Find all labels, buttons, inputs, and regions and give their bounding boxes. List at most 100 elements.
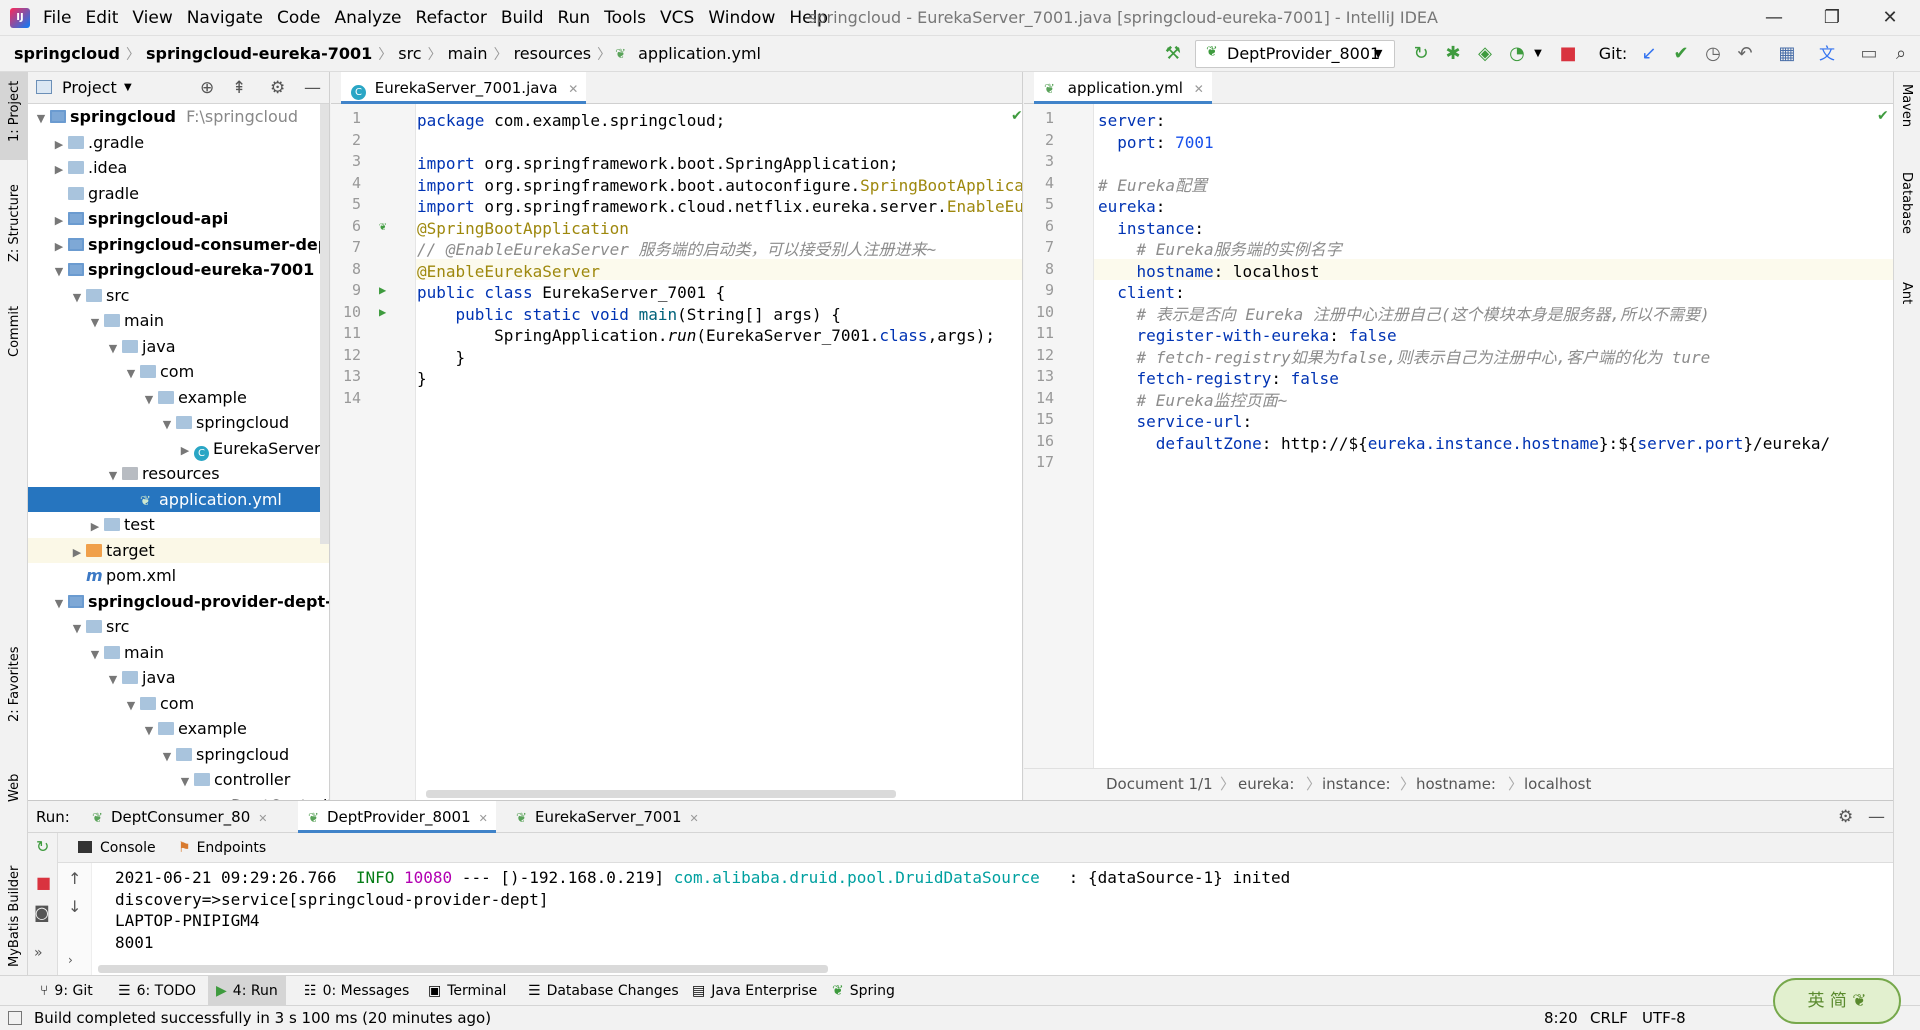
run-gutter-icon[interactable]: ▶ <box>379 302 386 324</box>
tree-node[interactable]: ▶ test <box>28 512 329 539</box>
menu-analyze[interactable]: Analyze <box>328 0 409 36</box>
java-code-area[interactable]: 1 package com.example.springcloud; 2 3 impor… <box>331 104 1022 800</box>
tree-node[interactable]: ▶CDeptController <box>28 793 329 801</box>
console-scrollbar[interactable] <box>98 965 828 973</box>
console-tab[interactable]: Console <box>78 833 156 863</box>
debug-bug-icon[interactable]: ✱ <box>1438 36 1468 72</box>
tree-node[interactable]: ▶ springcloud-api <box>28 206 329 231</box>
chevron-down-icon[interactable]: ▼ <box>124 72 132 104</box>
breadcrumb-module[interactable]: springcloud-eureka-7001 <box>142 44 376 63</box>
tree-node[interactable]: ▶ target <box>28 537 329 565</box>
tree-node[interactable]: ▼ controller <box>28 767 329 792</box>
expand-arrow-right-icon[interactable]: ▶ <box>52 234 66 259</box>
run-tool-button[interactable]: ▶ 4: Run <box>208 976 286 1006</box>
tree-node[interactable]: ▼ springcloud <box>28 410 329 437</box>
rerun-icon[interactable]: ↻ <box>36 837 49 856</box>
tree-scrollbar[interactable] <box>320 104 329 544</box>
settings-gear-icon[interactable]: ⚙ <box>1838 801 1853 833</box>
expand-arrow-right-icon[interactable]: ▶ <box>178 438 192 463</box>
run-config-selector[interactable]: ❦ DeptProvider_8001 ▼ <box>1195 40 1395 68</box>
run-tab-eurekaserver[interactable]: ❦ EurekaServer_7001 ✕ <box>514 801 699 833</box>
yml-path-localhost[interactable]: localhost <box>1524 769 1591 799</box>
close-tab-icon[interactable]: ✕ <box>568 82 578 96</box>
stop-icon[interactable]: ■ <box>1553 36 1583 72</box>
tool-windows-toggle-icon[interactable] <box>8 1011 22 1025</box>
expand-arrow-right-icon[interactable]: ▶ <box>70 540 84 565</box>
favorites-tool-tab[interactable]: 2: Favorites <box>7 646 22 722</box>
hide-panel-icon[interactable]: — <box>1868 801 1885 833</box>
expand-arrow-right-icon[interactable]: ▶ <box>88 514 102 539</box>
coverage-icon[interactable]: ◈ <box>1470 36 1500 72</box>
expand-arrow-right-icon[interactable]: ▶ <box>52 132 66 157</box>
tree-node[interactable]: ▼ main <box>28 640 329 665</box>
ant-tool-tab[interactable]: Ant <box>1899 282 1914 304</box>
project-view-selector[interactable]: Project <box>62 72 117 104</box>
settings-gear-icon[interactable]: ⚙ <box>270 72 285 104</box>
todo-tool-button[interactable]: ☰ 6: TODO <box>118 976 196 1006</box>
breadcrumb-src[interactable]: src <box>394 44 425 63</box>
rerun-icon[interactable]: ↻ <box>1406 36 1436 72</box>
yml-code-area[interactable]: 1 server: 2 port: 7001 3 4 # Eureka配置 5 eureka:… <box>1024 104 1893 768</box>
menu-run[interactable]: Run <box>551 0 598 36</box>
expand-arrow-down-icon[interactable]: ▼ <box>160 412 174 437</box>
tree-node[interactable]: ▶ .idea <box>28 155 329 180</box>
spring-bean-icon[interactable]: ❦ <box>379 216 386 238</box>
close-tab-icon[interactable]: ✕ <box>479 812 488 825</box>
git-history-icon[interactable]: ◷ <box>1698 36 1728 72</box>
translate-icon[interactable]: 文 <box>1812 36 1842 72</box>
tree-node[interactable]: m pom.xml <box>28 563 329 588</box>
menu-vcs[interactable]: VCS <box>653 0 701 36</box>
git-commit-icon[interactable]: ✔ <box>1666 36 1696 72</box>
menu-file[interactable]: File <box>36 0 78 36</box>
tree-node[interactable]: ▼ springcloud F:\springcloud <box>28 104 329 129</box>
expand-arrow-down-icon[interactable]: ▼ <box>52 259 66 284</box>
commit-tool-tab[interactable]: Commit <box>7 306 22 357</box>
close-tab-icon[interactable]: ✕ <box>690 812 699 825</box>
yml-path-instance[interactable]: instance: <box>1322 769 1391 799</box>
status-message[interactable]: Build completed successfully in 3 s 100 … <box>34 1006 491 1030</box>
spring-tool-button[interactable]: ❦ Spring <box>832 976 895 1006</box>
expand-arrow-down-icon[interactable]: ▼ <box>52 591 66 616</box>
tree-node[interactable]: ▼ springcloud <box>28 742 329 767</box>
menu-navigate[interactable]: Navigate <box>180 0 270 36</box>
tree-node[interactable]: ▼ com <box>28 691 329 718</box>
tree-node[interactable]: ▶ .gradle <box>28 130 329 157</box>
search-icon[interactable]: ⌕ <box>1886 36 1916 72</box>
run-tab-deptconsumer[interactable]: ❦ DeptConsumer_80 ✕ <box>90 801 267 833</box>
tree-node[interactable]: ▼ com <box>28 359 329 384</box>
profile-icon[interactable]: ◔ <box>1502 36 1532 72</box>
expand-arrow-down-icon[interactable]: ▼ <box>106 667 120 692</box>
ime-language-widget[interactable]: 英 简 ❦ <box>1773 978 1901 1024</box>
database-changes-tool-button[interactable]: ☰ Database Changes <box>528 976 679 1006</box>
expand-arrow-down-icon[interactable]: ▼ <box>124 693 138 718</box>
endpoints-tab[interactable]: ⚑ Endpoints <box>178 833 266 863</box>
tree-node[interactable]: ▼ resources <box>28 461 329 488</box>
database-tool-tab[interactable]: Database <box>1899 172 1914 234</box>
breadcrumb-file[interactable]: application.yml <box>634 44 765 63</box>
structure-tool-tab[interactable]: Z: Structure <box>7 184 22 262</box>
caret-position[interactable]: 8:20 <box>1544 1006 1578 1030</box>
yml-path-eureka[interactable]: eureka: <box>1238 769 1294 799</box>
web-tool-tab[interactable]: Web <box>7 774 22 802</box>
expand-arrow-down-icon[interactable]: ▼ <box>106 336 120 361</box>
tree-node[interactable]: ▼ java <box>28 334 329 361</box>
breadcrumb-main[interactable]: main <box>444 44 492 63</box>
locate-file-icon[interactable]: ⊕ <box>200 72 214 104</box>
expand-arrow-down-icon[interactable]: ▼ <box>70 285 84 310</box>
expand-arrow-down-icon[interactable]: ▼ <box>106 463 120 488</box>
more-run-chevron-icon[interactable]: ▼ <box>1530 36 1546 72</box>
maven-tool-tab[interactable]: Maven <box>1899 84 1914 127</box>
menu-refactor[interactable]: Refactor <box>409 0 494 36</box>
tree-node[interactable]: ▼ example <box>28 385 329 410</box>
menu-view[interactable]: View <box>125 0 179 36</box>
tree-node[interactable]: ▼ example <box>28 716 329 743</box>
expand-arrow-down-icon[interactable]: ▼ <box>142 718 156 743</box>
run-gutter-icon[interactable]: ▶ <box>379 280 386 302</box>
menu-edit[interactable]: Edit <box>78 0 125 36</box>
yml-path-hostname[interactable]: hostname: <box>1416 769 1496 799</box>
project-structure-icon[interactable]: ▦ <box>1772 36 1802 72</box>
tree-node[interactable]: ▼ springcloud-eureka-7001 <box>28 257 329 284</box>
mybatis-builder-tool-tab[interactable]: MyBatis Builder <box>7 866 22 967</box>
file-encoding[interactable]: UTF-8 <box>1642 1006 1686 1030</box>
hide-panel-icon[interactable]: — <box>304 72 321 104</box>
